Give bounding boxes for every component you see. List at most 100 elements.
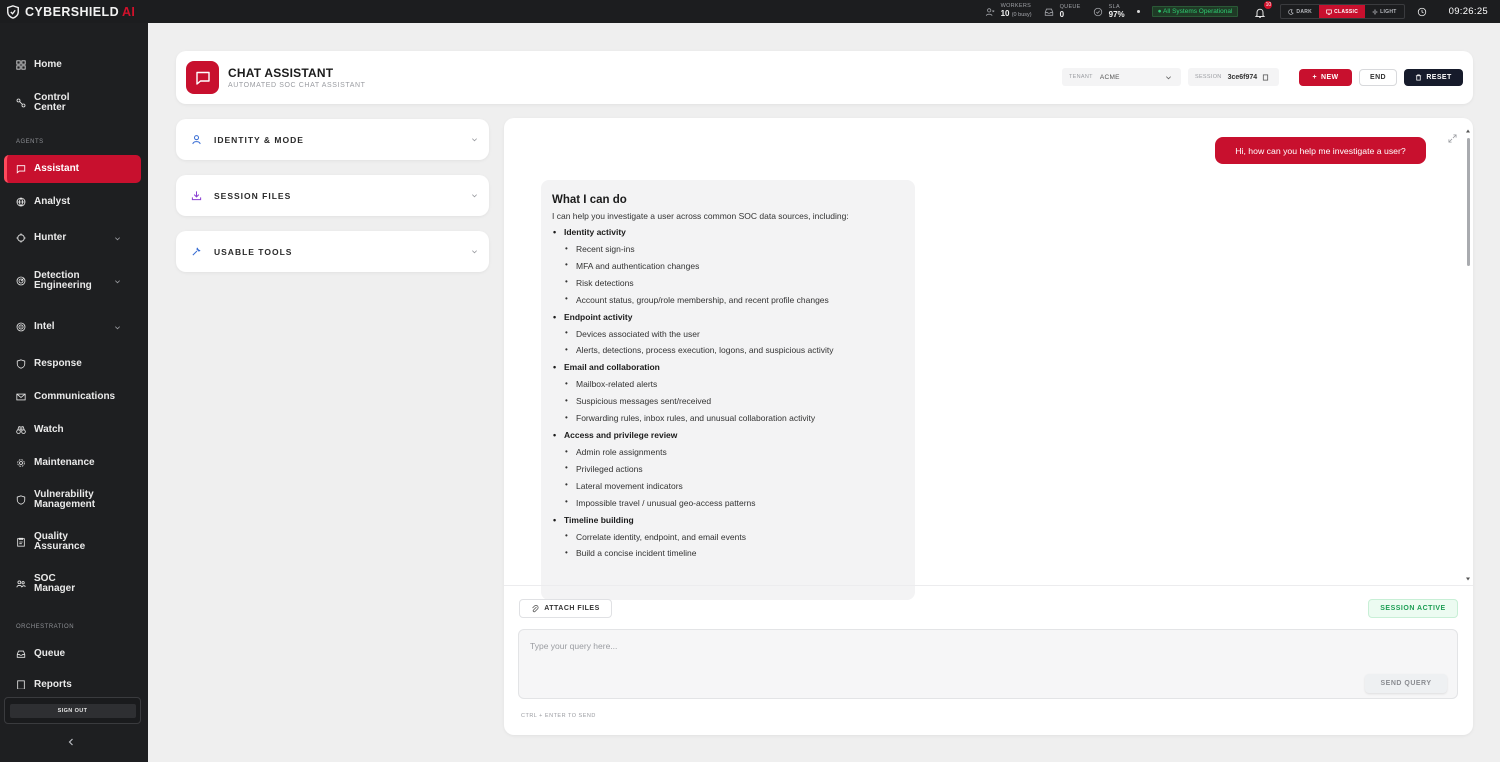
team-icon <box>16 580 26 588</box>
list-item: Mailbox-related alerts <box>564 379 904 390</box>
user-message-bubble: Hi, how can you help me investigate a us… <box>1215 137 1426 164</box>
chevron-down-icon <box>472 138 477 142</box>
chat-icon <box>195 71 210 85</box>
keyboard-hint: CTRL + ENTER TO SEND <box>521 713 596 719</box>
session-id: SESSION 3ce6f974 <box>1188 68 1279 86</box>
system-status-badge: ● All Systems Operational <box>1151 6 1239 17</box>
chat-panel: Hi, how can you help me investigate a us… <box>504 118 1473 735</box>
list-item: Account status, group/role membership, a… <box>564 294 904 305</box>
shield-icon <box>16 359 26 369</box>
bell-icon <box>1255 8 1266 18</box>
list-item: Forwarding rules, inbox rules, and unusu… <box>564 413 904 424</box>
scroll-up-arrow[interactable] <box>1465 128 1471 134</box>
collapse-sidebar-icon[interactable] <box>66 737 76 747</box>
copy-icon[interactable] <box>1262 73 1269 81</box>
list-item: Endpoint activity Devices associated wit… <box>552 312 904 356</box>
chat-icon <box>16 165 26 174</box>
usable-tools-panel[interactable]: USABLE TOOLS <box>176 231 489 272</box>
chevron-down-icon <box>115 325 120 329</box>
sidebar-item-analyst[interactable]: Analyst <box>4 195 141 209</box>
chat-scrollbar-thumb[interactable] <box>1467 138 1470 266</box>
list-item: Privileged actions <box>564 463 904 474</box>
download-icon <box>191 191 202 201</box>
page-header: CHAT ASSISTANT AUTOMATED SOC CHAT ASSIST… <box>176 51 1473 104</box>
notification-count-badge: 10 <box>1264 0 1273 9</box>
theme-dark-button[interactable]: DARK <box>1281 5 1319 18</box>
sidebar-item-reports[interactable]: Reports <box>4 680 141 689</box>
list-item: Risk detections <box>564 277 904 288</box>
list-item: Suspicious messages sent/received <box>564 396 904 407</box>
inbox-icon <box>1044 8 1053 16</box>
session-files-panel[interactable]: SESSION FILES <box>176 175 489 216</box>
globe-icon <box>16 197 26 207</box>
binoculars-icon <box>16 426 26 434</box>
sidebar-item-response[interactable]: Response <box>4 357 141 371</box>
theme-classic-button[interactable]: CLASSIC <box>1319 5 1366 18</box>
sidebar-item-home[interactable]: Home <box>4 58 141 72</box>
sidebar-item-maintenance[interactable]: Maintenance <box>4 456 141 470</box>
session-status-badge: SESSION ACTIVE <box>1368 599 1458 618</box>
list-item: MFA and authentication changes <box>564 260 904 271</box>
workers-stat: WORKERS 10 (0 busy) <box>985 3 1032 20</box>
sidebar-item-watch[interactable]: Watch <box>4 423 141 437</box>
sidebar-item-vulnerability-management[interactable]: Vulnerability Management <box>4 488 141 512</box>
assistant-message-bubble: What I can do I can help you investigate… <box>541 180 915 600</box>
user-icon <box>192 135 201 145</box>
list-item: Impossible travel / unusual geo-access p… <box>564 497 904 508</box>
chevron-down-icon <box>115 279 120 283</box>
report-icon <box>17 680 25 689</box>
sidebar-item-queue[interactable]: Queue <box>4 647 141 661</box>
expand-icon[interactable] <box>1448 134 1457 143</box>
end-session-button[interactable]: END <box>1359 69 1397 86</box>
query-input[interactable] <box>530 638 1350 654</box>
monitor-icon <box>1326 9 1332 15</box>
check-circle-icon <box>1093 7 1102 16</box>
page-title: CHAT ASSISTANT <box>228 66 334 80</box>
brand-name: CYBERSHIELD AI <box>25 4 136 19</box>
scroll-down-arrow[interactable] <box>1465 576 1471 582</box>
query-composer <box>518 629 1458 699</box>
sidebar: Home Control Center AGENTS Assistant Ana… <box>0 23 148 762</box>
sidebar-item-hunter[interactable]: Hunter <box>4 231 141 245</box>
sign-out-button[interactable]: SIGN OUT <box>9 703 136 718</box>
clock-time: 09:26:25 <box>1448 6 1488 17</box>
attach-files-button[interactable]: ATTACH FILES <box>519 599 612 618</box>
sidebar-item-assistant[interactable]: Assistant <box>4 155 141 183</box>
brand-logo[interactable]: CYBERSHIELD AI <box>0 5 148 19</box>
clock-icon <box>1417 7 1426 16</box>
crosshair-icon <box>16 233 26 243</box>
wrench-icon <box>192 247 201 256</box>
theme-light-button[interactable]: LIGHT <box>1365 5 1404 18</box>
assistant-message-intro: I can help you investigate a user across… <box>552 211 849 221</box>
clipboard-icon <box>17 537 25 547</box>
list-item: Devices associated with the user <box>564 328 904 339</box>
tenant-select[interactable]: TENANT ACME <box>1062 68 1181 86</box>
reset-button[interactable]: RESET <box>1404 69 1463 86</box>
trash-icon <box>1416 74 1422 81</box>
identity-mode-panel[interactable]: IDENTITY & MODE <box>176 119 489 160</box>
send-query-button[interactable]: SEND QUERY <box>1365 674 1447 693</box>
page-subtitle: AUTOMATED SOC CHAT ASSISTANT <box>228 82 366 89</box>
paperclip-icon <box>532 604 539 612</box>
list-item: Recent sign-ins <box>564 244 904 255</box>
inbox-icon <box>16 650 26 658</box>
chevron-down-icon <box>472 250 477 254</box>
sidebar-item-soc-manager[interactable]: SOC Manager <box>4 572 141 596</box>
moon-icon <box>1288 8 1295 15</box>
radar-icon <box>16 276 26 286</box>
new-session-button[interactable]: + NEW <box>1299 69 1352 86</box>
sidebar-footer: SIGN OUT <box>4 697 141 724</box>
sidebar-item-detection-engineering[interactable]: Detection Engineering <box>4 269 141 293</box>
gear-icon <box>17 459 25 467</box>
sidebar-item-intel[interactable]: Intel <box>4 320 141 334</box>
notifications-button[interactable]: 10 <box>1254 0 1273 18</box>
list-item: Correlate identity, endpoint, and email … <box>564 531 904 542</box>
assistant-message-title: What I can do <box>552 194 627 206</box>
list-item: Email and collaboration Mailbox-related … <box>552 362 904 423</box>
sidebar-item-control-center[interactable]: Control Center <box>4 91 141 115</box>
sidebar-item-quality-assurance[interactable]: Quality Assurance <box>4 530 141 554</box>
theme-switcher: DARK CLASSIC LIGHT <box>1280 4 1405 19</box>
sidebar-item-communications[interactable]: Communications <box>4 390 141 404</box>
capability-list: Identity activity Recent sign-ins MFA an… <box>552 227 904 558</box>
chat-assistant-logo <box>186 61 219 94</box>
